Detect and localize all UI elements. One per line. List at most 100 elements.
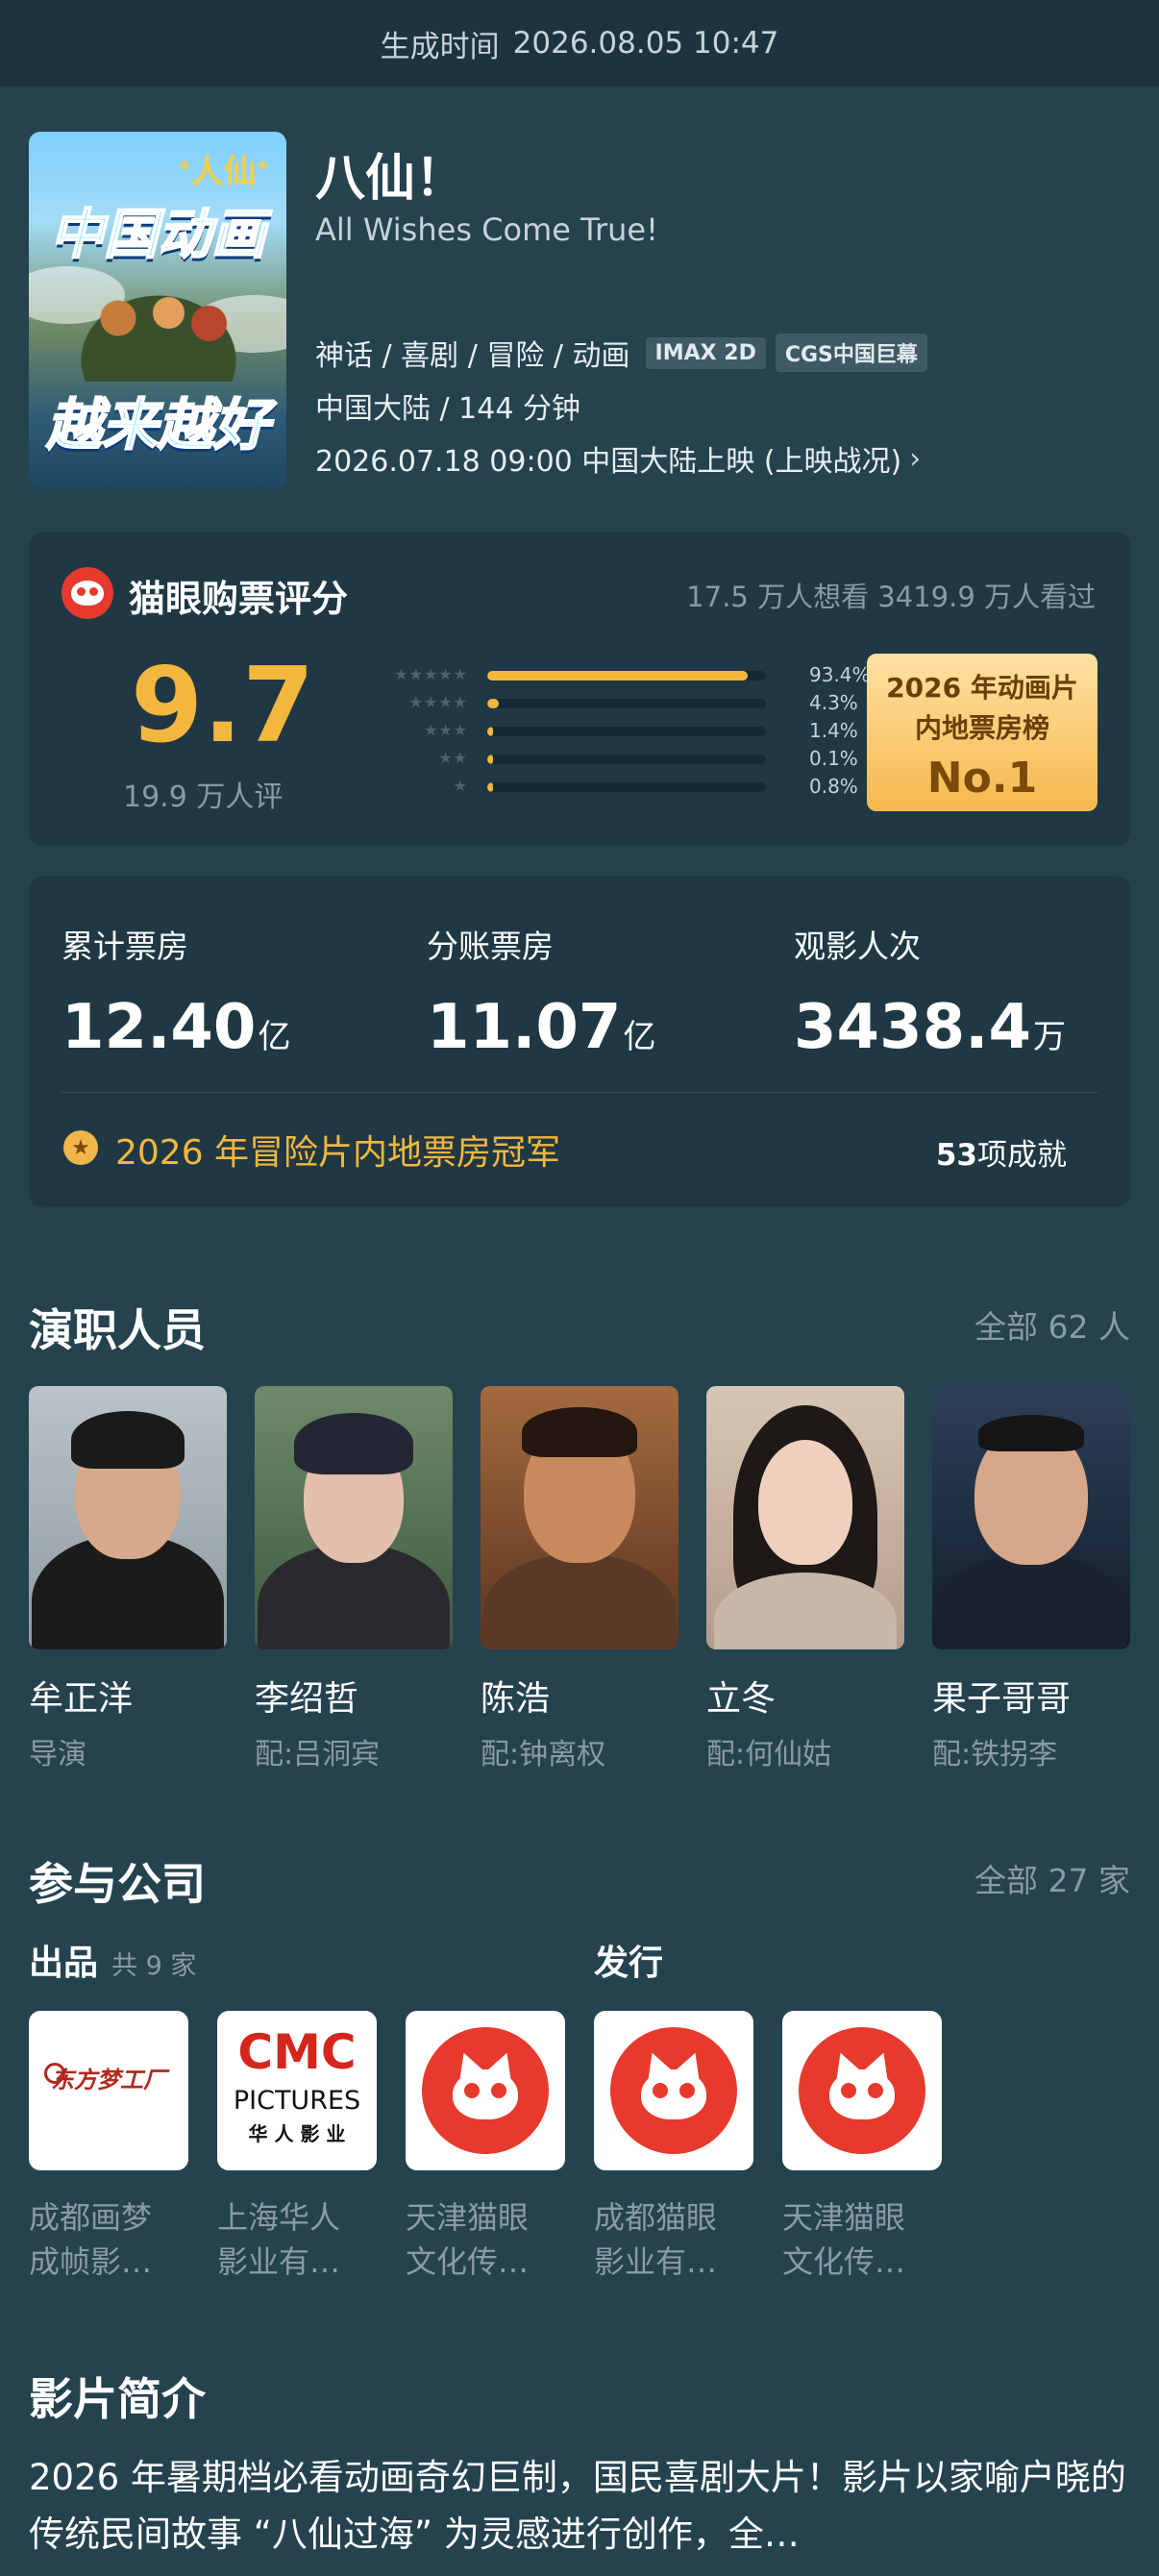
cast-card[interactable]: 李绍哲 配:吕洞宾 <box>255 1386 453 1772</box>
cmc-logo-text: CMC <box>237 2024 357 2080</box>
synopsis-section-title: 影片简介 <box>29 2373 206 2425</box>
box-office-label: 累计票房 <box>62 928 188 965</box>
company-name-line: 成帧影… <box>29 2243 153 2281</box>
produce-count: 共 9 家 <box>111 1951 197 1981</box>
avatar <box>481 1386 678 1649</box>
avatar <box>932 1386 1130 1649</box>
company-card[interactable]: 东方梦工厂 成都画梦 成帧影… <box>29 2011 188 2285</box>
star-rating-icon: ★★ <box>438 749 468 767</box>
cast-role: 导演 <box>29 1738 86 1771</box>
maoyan-cat-icon <box>799 2027 925 2154</box>
rating-bar-track <box>487 671 766 681</box>
release-info-link[interactable]: 2026.07.18 09:00 中国大陆上映 (上映战况) › <box>315 437 921 480</box>
box-office-total: 累计票房 12.40亿 <box>62 921 290 1063</box>
movie-title: 八仙！ <box>315 150 466 208</box>
box-office-value: 12.40 <box>62 992 257 1063</box>
chevron-right-icon: › <box>909 441 922 476</box>
avatar <box>29 1386 227 1649</box>
rank-line-1: 2026 年动画片 <box>886 672 1078 704</box>
rating-bar-fill <box>487 782 493 792</box>
companies-view-all[interactable]: 全部 27 家 <box>974 1855 1130 1901</box>
cast-card[interactable]: 陈浩 配:钟离权 <box>481 1386 678 1772</box>
company-card[interactable]: 天津猫眼文化传… <box>782 2011 942 2285</box>
company-name-line: 文化传… <box>406 2243 530 2281</box>
company-name-line: 上海华人 <box>217 2199 341 2236</box>
box-office-unit: 万 <box>1032 1018 1066 1056</box>
generated-time-label: 生成时间 <box>380 29 500 64</box>
champion-title[interactable]: 2026 年冒险片内地票房冠军 <box>115 1125 560 1175</box>
achievements-link[interactable]: 53项成就 <box>936 1130 1067 1174</box>
cast-name: 陈浩 <box>481 1679 551 1719</box>
distribute-label: 发行 <box>594 1944 664 1983</box>
company-name-line: 天津猫眼 <box>782 2199 906 2236</box>
format-badge-imax: IMAX 2D <box>645 336 766 369</box>
cast-card[interactable]: 牟正洋 导演 <box>29 1386 227 1772</box>
rank-number: No.1 <box>926 754 1038 803</box>
maoyan-cat-icon <box>62 567 113 619</box>
maoyan-cat-icon <box>610 2027 737 2154</box>
box-office-split: 分账票房 11.07亿 <box>427 921 655 1063</box>
produce-label-row: 出品共 9 家 <box>29 1935 196 1985</box>
achievements-label: 项成就 <box>977 1138 1067 1173</box>
rating-bar-fill <box>487 671 748 681</box>
cast-role: 配:吕洞宾 <box>255 1738 381 1771</box>
medal-icon: ★ <box>63 1130 98 1165</box>
box-office-label: 分账票房 <box>427 928 554 965</box>
cast-view-all[interactable]: 全部 62 人 <box>974 1301 1130 1348</box>
produce-label: 出品 <box>29 1944 99 1983</box>
maoyan-logo <box>782 2011 942 2170</box>
cast-name: 果子哥哥 <box>932 1679 1072 1719</box>
rating-bar-track <box>487 755 766 764</box>
rating-bar-row: ★ 0.8% <box>377 775 876 803</box>
maoyan-logo <box>406 2011 565 2170</box>
poster-text-bottom: 越来越好 <box>45 391 270 458</box>
rating-count: 19.9 万人评 <box>123 780 284 814</box>
company-name-line: 文化传… <box>782 2243 906 2281</box>
cast-card[interactable]: 果子哥哥 配:铁拐李 <box>932 1386 1130 1772</box>
rating-card[interactable]: 猫眼购票评分 17.5 万人想看 3419.9 万人看过 9.7 19.9 万人… <box>29 533 1130 846</box>
rating-title: 猫眼购票评分 <box>129 578 349 620</box>
company-card[interactable]: 成都猫眼 影业有… <box>594 2011 753 2285</box>
company-name-line: 影业有… <box>217 2243 341 2281</box>
cast-role: 配:钟离权 <box>481 1738 606 1771</box>
movie-genres: 神话 / 喜剧 / 冒险 / 动画 <box>315 339 630 373</box>
avatar <box>255 1386 453 1649</box>
rating-bar-row: ★★★ 1.4% <box>377 719 876 747</box>
cast-name: 立冬 <box>706 1679 777 1719</box>
box-office-card[interactable]: 累计票房 12.40亿 分账票房 11.07亿 观影人次 3438.4万 ★ 2… <box>29 877 1130 1207</box>
rating-bar-fill <box>487 755 493 764</box>
rank-badge[interactable]: 2026 年动画片 内地票房榜 No.1 <box>867 654 1097 811</box>
rating-bar-track <box>487 782 766 792</box>
format-badge-cgs: CGS中国巨幕 <box>775 334 927 372</box>
poster-logo-mark: ᐩ人仙ᐩ <box>178 153 269 191</box>
rating-bar-row: ★★★★ 4.3% <box>377 691 876 719</box>
rating-bar-percent: 1.4% <box>809 719 858 742</box>
rating-bar-percent: 0.1% <box>809 747 858 770</box>
company-card[interactable]: 天津猫眼文化传… <box>406 2011 565 2285</box>
rating-score: 9.7 <box>131 646 315 766</box>
movie-genres-row: 神话 / 喜剧 / 冒险 / 动画 IMAX 2D CGS中国巨幕 <box>315 332 927 374</box>
box-office-admissions: 观影人次 3438.4万 <box>794 921 1066 1063</box>
cast-card[interactable]: 立冬 配:何仙姑 <box>706 1386 904 1772</box>
box-office-unit: 亿 <box>623 1018 656 1056</box>
cast-name: 李绍哲 <box>255 1679 359 1719</box>
rating-bar-track <box>487 699 766 708</box>
cast-role: 配:铁拐李 <box>932 1738 1058 1771</box>
company-name-line: 天津猫眼 <box>406 2199 530 2236</box>
maoyan-cat-icon <box>422 2027 549 2154</box>
cmc-logo-sub: PICTURES <box>233 2086 361 2116</box>
synopsis-text[interactable]: 2026 年暑期档必看动画奇幻巨制，国民喜剧大片！影片以家喻户晓的传统民间故事 … <box>29 2449 1130 2563</box>
poster-text-top: 中国动画 <box>49 203 266 267</box>
want-watched-stats: 17.5 万人想看 3419.9 万人看过 <box>686 581 1096 613</box>
rating-bar-fill <box>487 699 500 708</box>
company-logo: 东方梦工厂 <box>29 2011 188 2170</box>
rating-bar-percent: 93.4% <box>809 663 871 686</box>
divider <box>62 1092 1097 1093</box>
company-logo: CMC PICTURES 华 人 影 业 <box>217 2011 377 2170</box>
poster-characters <box>58 276 259 382</box>
movie-subtitle: All Wishes Come True! <box>315 211 658 248</box>
rating-bar-percent: 4.3% <box>809 691 858 714</box>
company-card[interactable]: CMC PICTURES 华 人 影 业 上海华人影业有… <box>217 2011 377 2285</box>
movie-poster[interactable]: ᐩ人仙ᐩ 中国动画 越来越好 <box>29 132 286 489</box>
star-rating-icon: ★ <box>453 777 468 795</box>
